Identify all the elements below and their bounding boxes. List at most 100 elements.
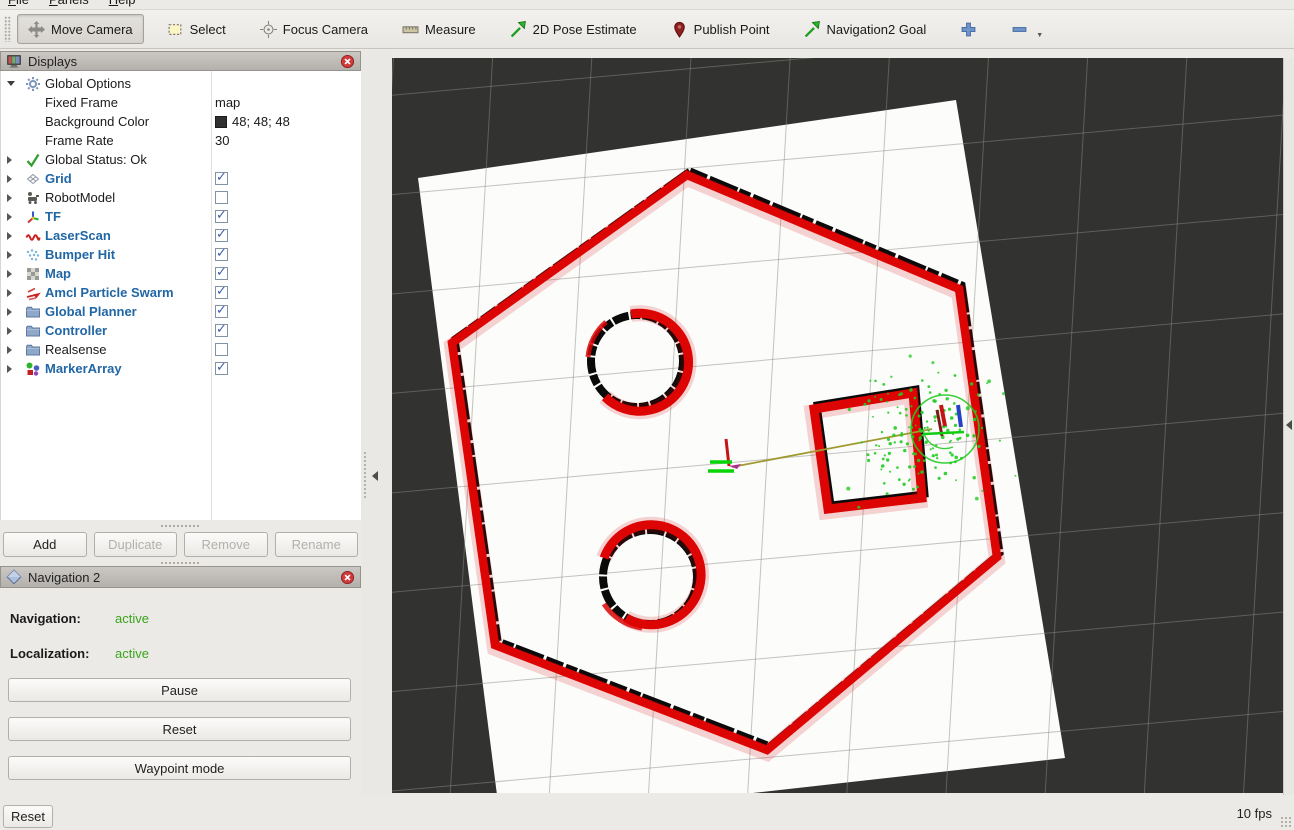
expander-right-icon[interactable]	[7, 251, 17, 259]
tree-row-map[interactable]: Map ✓	[1, 264, 361, 283]
expander-right-icon[interactable]	[7, 365, 17, 373]
add-display-button[interactable]: Add	[3, 532, 87, 557]
waypoint-mode-button[interactable]: Waypoint mode	[8, 756, 351, 780]
pause-button[interactable]: Pause	[8, 678, 351, 702]
tree-row-global-status-ok[interactable]: Global Status: Ok	[1, 150, 361, 169]
move-camera-button[interactable]: Move Camera	[17, 14, 144, 44]
expander-right-icon[interactable]	[7, 213, 17, 221]
enable-checkbox[interactable]: ✓	[215, 324, 228, 337]
displays-tree: Global Options Fixed Frame map Background C…	[0, 71, 361, 520]
tree-row-grid[interactable]: Grid ✓	[1, 169, 361, 188]
navigation2-panel-body: Navigation: active Localization: active …	[0, 589, 361, 795]
bumper-icon	[25, 247, 41, 263]
tree-row-laserscan[interactable]: LaserScan✓	[1, 226, 361, 245]
collapse-right-arrow-icon[interactable]	[1286, 420, 1292, 430]
reset-button[interactable]: Reset	[8, 717, 351, 741]
expander-right-icon[interactable]	[7, 232, 17, 240]
add-tool-button[interactable]	[949, 14, 988, 44]
menu-item-help[interactable]: Help	[109, 0, 136, 9]
enable-checkbox[interactable]: ✓	[215, 286, 228, 299]
right-panel-splitter[interactable]	[1283, 58, 1294, 795]
particle-swarm-icon	[25, 285, 41, 301]
close-icon[interactable]	[340, 54, 355, 69]
tree-row-bumper-hit[interactable]: Bumper Hit✓	[1, 245, 361, 264]
expander-right-icon[interactable]	[7, 175, 17, 183]
expander-right-icon[interactable]	[7, 289, 17, 297]
tree-row-frame-rate[interactable]: Frame Rate30	[1, 131, 361, 150]
tree-row-realsense[interactable]: Realsense	[1, 340, 361, 359]
navigation2-goal-button[interactable]: Navigation2 Goal	[793, 14, 938, 44]
render-viewport-3d[interactable]	[392, 58, 1283, 793]
tree-row-global-options[interactable]: Global Options	[1, 74, 361, 93]
tree-row-label: Global Status: Ok	[45, 152, 147, 167]
measure-icon	[402, 21, 419, 38]
expander-right-icon[interactable]	[7, 156, 17, 164]
tree-row-controller[interactable]: Controller✓	[1, 321, 361, 340]
tool-label: 2D Pose Estimate	[533, 22, 637, 37]
expander-right-icon[interactable]	[7, 346, 17, 354]
enable-checkbox[interactable]: ✓	[215, 248, 228, 261]
panel-splitter-handle[interactable]	[160, 524, 200, 528]
tree-row-label: Amcl Particle Swarm	[45, 285, 174, 300]
tree-row-fixed-frame[interactable]: Fixed Frame map	[1, 93, 361, 112]
collapse-left-arrow-icon[interactable]	[372, 471, 378, 481]
focus-camera-button[interactable]: Focus Camera	[249, 14, 379, 44]
measure-button[interactable]: Measure	[391, 14, 487, 44]
menu-item-file[interactable]: File	[8, 0, 29, 9]
map-icon	[25, 266, 41, 282]
publish-point-button[interactable]: Publish Point	[660, 14, 781, 44]
tree-row-markerarray[interactable]: MarkerArray ✓	[1, 359, 361, 378]
chevron-down-icon[interactable]: ▼	[1036, 32, 1043, 43]
enable-checkbox[interactable]: ✓	[215, 362, 228, 375]
tree-row-label: TF	[45, 209, 61, 224]
tree-row-label: Realsense	[45, 342, 106, 357]
expander-right-icon[interactable]	[7, 308, 17, 316]
fps-counter: 10 fps	[1237, 806, 1272, 821]
enable-checkbox[interactable]: ✓	[215, 267, 228, 280]
panel-splitter-handle-2[interactable]	[160, 561, 200, 565]
expander-right-icon[interactable]	[7, 327, 17, 335]
tree-row-label: MarkerArray	[45, 361, 122, 376]
navigation2-icon	[6, 569, 22, 585]
color-swatch	[215, 116, 227, 128]
enable-checkbox[interactable]: ✓	[215, 210, 228, 223]
tree-row-global-planner[interactable]: Global Planner✓	[1, 302, 361, 321]
tree-row-background-color[interactable]: Background Color 48; 48; 48	[1, 112, 361, 131]
select-button[interactable]: Select	[156, 14, 237, 44]
navigation-status-label: Navigation:	[10, 611, 81, 626]
menu-item-panels[interactable]: Panels	[49, 0, 89, 9]
window-resize-grip[interactable]	[1280, 816, 1292, 828]
enable-checkbox[interactable]	[215, 343, 228, 356]
tree-row-robotmodel[interactable]: RobotModel	[1, 188, 361, 207]
tf-axes-icon	[25, 209, 41, 225]
toolbar-drag-handle[interactable]	[4, 16, 11, 42]
tree-row-amcl-particle-swarm[interactable]: Amcl Particle Swarm ✓	[1, 283, 361, 302]
enable-checkbox[interactable]: ✓	[215, 229, 228, 242]
publish-point-icon	[671, 21, 688, 38]
remove-tool-button[interactable]: ▼	[1000, 14, 1054, 44]
expander-right-icon[interactable]	[7, 270, 17, 278]
enable-checkbox[interactable]: ✓	[215, 305, 228, 318]
tool-label: Measure	[425, 22, 476, 37]
enable-checkbox[interactable]	[215, 191, 228, 204]
localization-status-value: active	[115, 646, 149, 661]
remove-display-button: Remove	[184, 532, 268, 557]
2d-pose-estimate-button[interactable]: 2D Pose Estimate	[499, 14, 648, 44]
navigation2-panel-header: Navigation 2	[0, 566, 361, 588]
close-icon[interactable]	[340, 570, 355, 585]
marker-array-icon	[25, 361, 41, 377]
tree-row-value: map	[215, 95, 240, 110]
tree-row-label: Fixed Frame	[45, 95, 118, 110]
tree-row-label: Map	[45, 266, 71, 281]
duplicate-display-button: Duplicate	[94, 532, 178, 557]
enable-checkbox[interactable]: ✓	[215, 172, 228, 185]
tree-row-tf[interactable]: TF ✓	[1, 207, 361, 226]
tree-row-label: Grid	[45, 171, 72, 186]
expander-right-icon[interactable]	[7, 194, 17, 202]
expander-down-icon[interactable]	[7, 81, 17, 86]
tree-row-label: Background Color	[45, 114, 149, 129]
tool-label: Focus Camera	[283, 22, 368, 37]
tree-row-value: 48; 48; 48	[232, 114, 290, 129]
reset-time-button[interactable]: Reset	[3, 805, 53, 828]
left-panel-splitter[interactable]	[361, 51, 392, 795]
